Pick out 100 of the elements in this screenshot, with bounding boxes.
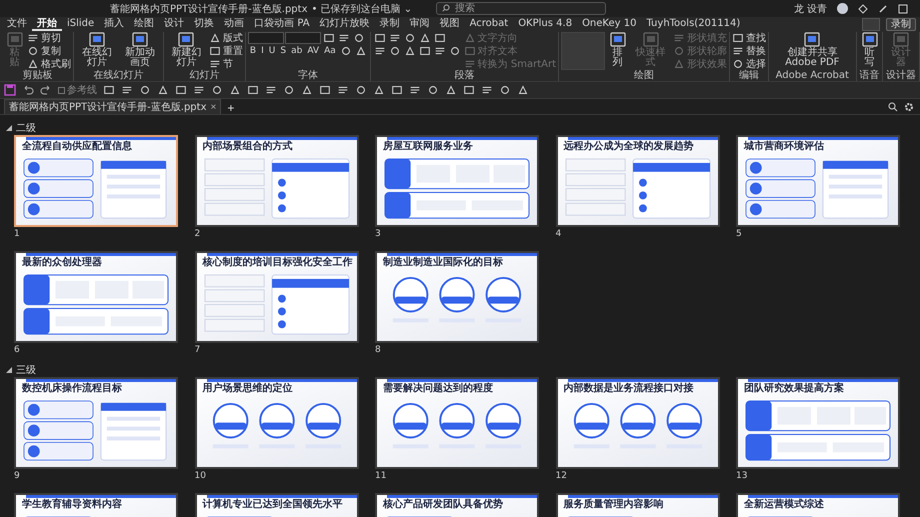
format-button[interactable]: B [248,45,258,57]
menu-tab[interactable]: 动画 [219,17,250,31]
slide-title: 全流程自动供应配置信息 [21,140,133,153]
slide-number: 12 [556,470,568,483]
slide-number: 11 [375,470,388,483]
slide-title: 核心制度的培训目标强化安全工作 [201,256,354,269]
format-button[interactable]: Aa [322,45,338,57]
slide-thumbnail[interactable]: 内部数据是业务流程接口对接 [556,377,720,469]
slide-title: 核心产品研发团队具备优势 [382,498,504,511]
slide-thumbnail[interactable]: 团队研究效果提高方案 [736,377,900,469]
group-label: 语音 [858,70,880,81]
menu-tab[interactable]: 幻灯片放映 [314,17,375,31]
menu-tab[interactable]: 视图 [434,17,465,31]
group-label: Adobe Acrobat [774,70,850,81]
menu-tab[interactable]: Acrobat [464,17,514,31]
slide-title: 团队研究效果提高方案 [743,382,845,395]
ribbon-button[interactable]: 查找 [732,32,766,44]
slide-number: 6 [14,344,21,357]
slide-number: 13 [736,470,748,483]
slide-number: 5 [736,228,743,241]
ribbon-button[interactable]: 听写 [858,32,880,68]
slide-thumbnail[interactable]: 制造业制造业国际化的目标 [375,251,539,343]
save-status: • 已保存到这台电脑 ⌄ [312,2,412,16]
slide-title: 内部数据是业务流程接口对接 [562,382,694,395]
group-label: 设计器 [885,70,917,81]
menu-tab[interactable]: TuyhTools(201114) [641,17,746,31]
slide-thumbnail[interactable]: 城市营商环境评估 [736,135,900,227]
slide-thumbnail[interactable]: 全流程自动供应配置信息 [14,135,178,227]
slide-thumbnail[interactable]: 核心制度的培训目标强化安全工作 [194,251,358,343]
close-button[interactable]: × [210,102,216,112]
slide-thumbnail[interactable]: 核心产品研发团队具备优势 [375,493,539,517]
format-button[interactable]: I [259,45,266,57]
slide-thumbnail[interactable]: 计算机专业已达到全国领先水平 [194,493,358,517]
slide-title: 远程办公成为全球的发展趋势 [562,140,694,153]
slide-title: 内部场景组合的方式 [202,140,294,153]
format-button[interactable]: AV [305,45,322,57]
user-name[interactable]: 龙 设青 [794,2,827,16]
menu-tab[interactable]: 口袋动画 PA [249,17,315,31]
ribbon-button[interactable]: 节 [208,58,233,70]
slide-title: 城市营商环境评估 [742,140,825,153]
menu-tab[interactable]: 绘图 [129,17,160,31]
slide-thumbnail[interactable]: 需要解决问题达到的程度 [375,377,539,469]
slide-number: 3 [375,228,382,241]
ribbon-button[interactable]: 复制 [27,45,62,57]
group-label: 段落 [453,70,476,81]
section-name[interactable]: 三级 [16,363,36,377]
new-tab-button[interactable]: + [221,102,240,114]
group-label: 在线幻灯片 [92,70,145,81]
slide-thumbnail[interactable]: 远程办公成为全球的发展趋势 [556,135,720,227]
menu-tab[interactable]: OneKey 10 [577,17,642,31]
slide-thumbnail[interactable]: 学生教育辅导资料内容 [14,493,178,517]
slide-thumbnail[interactable]: 内部场景组合的方式 [194,135,358,227]
window-title: 蓄能网格内页PPT设计宣传手册-蓝色版.pptx [110,2,308,16]
group-label: 编辑 [738,70,760,81]
menu-tab[interactable]: 文件 [2,17,32,31]
format-button[interactable]: S [278,45,288,57]
ribbon-button[interactable]: 格式刷 [27,58,72,70]
ribbon-button[interactable]: 版式 [208,32,243,44]
ribbon-button[interactable]: 在线幻灯片 [76,32,118,68]
slide-thumbnail[interactable]: 用户场景思维的定位 [194,377,358,469]
format-button[interactable]: ab [289,45,304,57]
section-name[interactable]: 二级 [16,121,36,135]
ribbon-button[interactable]: 重置 [208,45,243,57]
guides-checkbox[interactable]: 参考线 [58,83,97,97]
ribbon-button[interactable]: 选择 [732,58,766,70]
record-button[interactable]: 录制 [886,18,916,30]
slide-number: 2 [194,228,202,241]
slide-title: 计算机专业已达到全国领先水平 [201,498,344,511]
menu-tab[interactable]: 插入 [99,17,130,31]
slide-number: 7 [194,344,202,357]
format-button[interactable]: U [266,45,278,57]
menu-tab[interactable]: OKPlus 4.8 [513,17,578,31]
menu-tab[interactable]: 设计 [159,17,190,31]
ribbon-button[interactable]: 剪切 [27,32,62,44]
slide-title: 最新的众创处理器 [21,256,103,269]
menu-tab[interactable]: 录制 [374,17,405,31]
slide-number: 10 [194,470,207,483]
slide-title: 数控机床操作流程目标 [20,382,123,395]
document-tab[interactable]: 蓄能网格内页PPT设计宣传手册-蓝色版.pptx × [4,99,222,114]
slide-thumbnail[interactable]: 房屋互联网服务业务 [375,135,539,227]
menu-tab[interactable]: 审阅 [404,17,435,31]
ribbon-button[interactable]: 排列 [607,32,628,68]
search-field[interactable]: 搜索 [436,2,606,15]
slide-title: 房屋互联网服务业务 [382,140,474,153]
slide-title: 用户场景思维的定位 [202,382,294,395]
menu-tab[interactable]: iSlide [62,17,100,31]
slide-thumbnail[interactable]: 服务质量管理内容影响 [556,493,720,517]
slide-number: 9 [14,470,21,483]
slide-number: 8 [375,344,382,357]
slide-thumbnail[interactable]: 最新的众创处理器 [14,251,178,343]
menu-tab[interactable]: 切换 [189,17,220,31]
slide-title: 制造业制造业国际化的目标 [382,256,504,269]
ribbon-button[interactable]: 新加动画页 [120,32,161,68]
group-label: 幻灯片 [188,70,220,81]
group-label: 剪贴板 [22,70,54,81]
ribbon-button[interactable]: 替换 [732,45,766,57]
slide-thumbnail[interactable]: 全新运营模式综述 [736,493,900,517]
ribbon-button[interactable]: 新建幻灯片 [166,32,207,68]
slide-thumbnail[interactable]: 数控机床操作流程目标 [14,377,178,469]
ribbon-button[interactable]: 创建并共享 Adobe PDF [770,32,854,68]
